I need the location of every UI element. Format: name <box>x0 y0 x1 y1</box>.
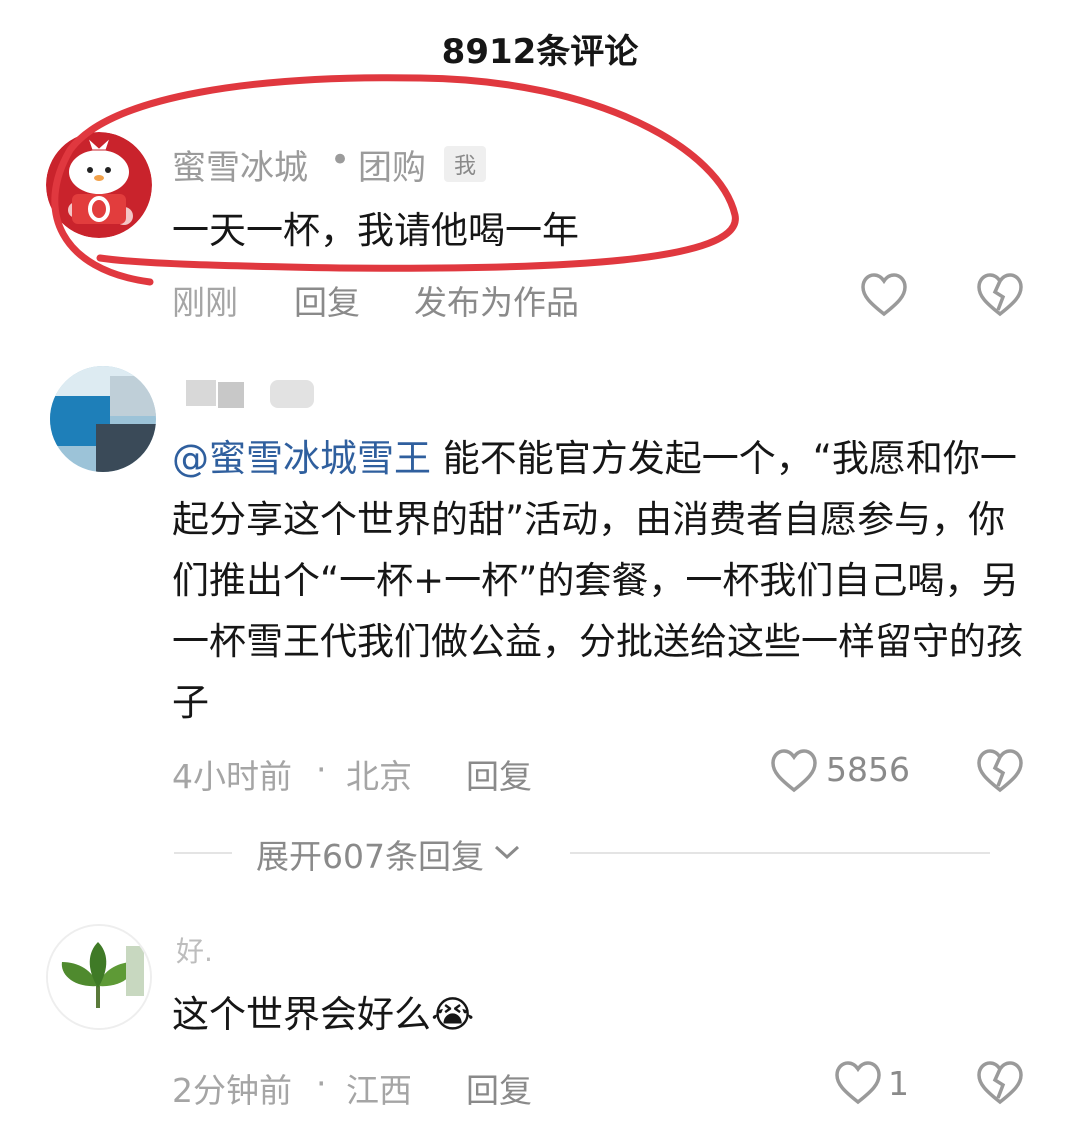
avatar-user-2[interactable] <box>50 366 156 472</box>
publish-as-work-button[interactable]: 发布为作品 <box>414 276 579 324</box>
comment-text: 一天一杯，我请他喝一年 <box>172 209 579 252</box>
comment-time: 2分钟前 <box>172 1071 292 1110</box>
dislike-icon[interactable] <box>976 748 1024 794</box>
comment-time: 刚刚 <box>172 283 238 322</box>
reply-button[interactable]: 回复 <box>466 750 532 798</box>
like-icon[interactable] <box>860 272 908 318</box>
comment-text: @蜜雪冰城雪王 能不能官方发起一个，“我愿和你一起分享这个世界的甜”活动，由消费… <box>172 428 1042 733</box>
avatar-mixue[interactable] <box>46 132 152 238</box>
dislike-icon[interactable] <box>976 1060 1024 1106</box>
chevron-down-icon <box>492 842 522 866</box>
comment-username[interactable]: 蜜雪冰城 <box>172 140 308 189</box>
like-icon[interactable] <box>770 748 818 794</box>
expand-divider <box>570 852 990 854</box>
reply-button[interactable]: 回复 <box>466 1064 532 1112</box>
comment-text: 这个世界会好么😭 <box>172 984 474 1045</box>
me-tag: 我 <box>444 146 487 182</box>
page-title: 8912条评论 <box>441 32 639 72</box>
blurred-username <box>218 382 244 408</box>
group-buy-badge: 团购 <box>358 148 426 188</box>
like-count: 1 <box>888 1064 909 1103</box>
like-icon[interactable] <box>834 1060 882 1106</box>
expand-replies-button[interactable]: 展开607条回复 <box>256 830 522 878</box>
comment-body: 这个世界会好么 <box>172 993 431 1036</box>
blurred-username <box>186 380 216 406</box>
comment-location: 江西 <box>346 1071 412 1110</box>
expand-replies-label: 展开607条回复 <box>256 837 484 876</box>
blurred-username <box>270 380 314 408</box>
location-separator: · <box>316 750 327 789</box>
comment-time: 4小时前 <box>172 757 292 796</box>
mention-link[interactable]: @蜜雪冰城雪王 <box>172 437 431 480</box>
like-count: 5856 <box>826 750 910 789</box>
reply-button[interactable]: 回复 <box>294 276 360 324</box>
avatar-user-3[interactable] <box>46 924 152 1030</box>
comment-username[interactable]: 好. <box>176 930 213 970</box>
comment-location: 北京 <box>346 757 412 796</box>
expand-divider <box>174 852 232 854</box>
comment-body: 能不能官方发起一个，“我愿和你一起分享这个世界的甜”活动，由消费者自愿参与，你们… <box>172 437 1023 724</box>
crying-emoji: 😭 <box>431 993 475 1036</box>
badge-separator: • <box>330 140 351 180</box>
location-separator: · <box>316 1064 327 1103</box>
dislike-icon[interactable] <box>976 272 1024 318</box>
